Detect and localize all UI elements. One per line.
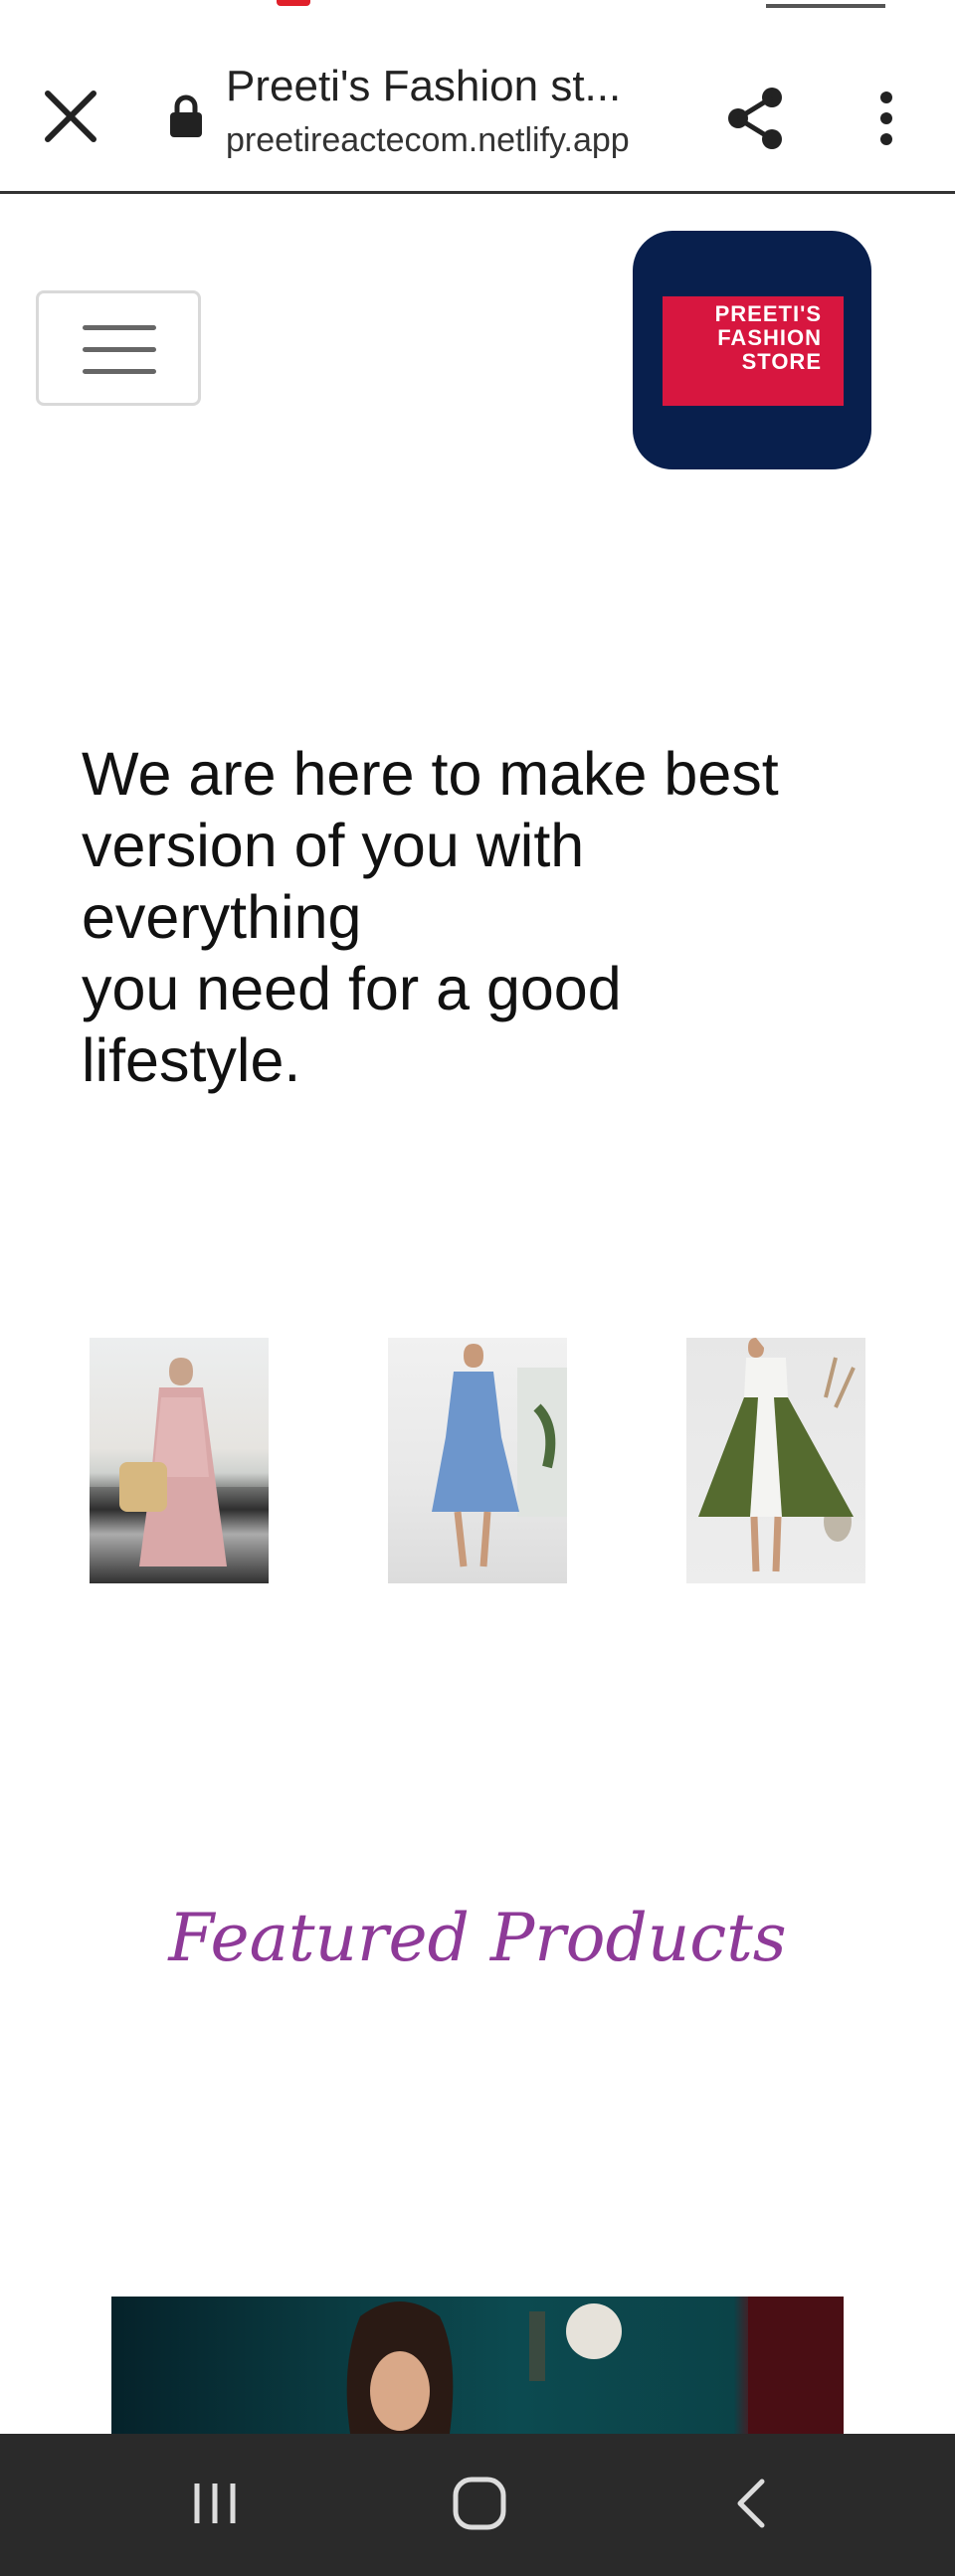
back-icon[interactable]	[722, 2474, 782, 2533]
close-icon[interactable]	[36, 82, 105, 151]
hero-line: you need for a good	[82, 955, 622, 1022]
featured-products-heading: Featured Products	[168, 1900, 787, 1976]
store-logo[interactable]: PREETI'S FASHION STORE	[633, 231, 871, 469]
hero-line: We are here to make best	[82, 740, 779, 808]
logo-text: PREETI'S FASHION STORE	[714, 301, 822, 374]
hamburger-menu-icon	[83, 325, 156, 330]
recent-apps-icon[interactable]	[185, 2474, 245, 2533]
browser-toolbar: Preeti's Fashion st... preetireactecom.n…	[0, 14, 955, 194]
lock-icon	[170, 94, 202, 137]
signal-icon	[766, 0, 885, 8]
featured-product-banner[interactable]	[111, 2297, 844, 2434]
home-icon[interactable]	[450, 2474, 509, 2533]
hero-line: version of you with	[82, 812, 585, 879]
notification-icon	[277, 0, 310, 6]
gallery-image-blue-dress[interactable]	[388, 1338, 567, 1583]
share-icon[interactable]	[724, 86, 788, 151]
page-url[interactable]: preetireactecom.netlify.app	[226, 121, 630, 160]
gallery-image-green-dress[interactable]	[686, 1338, 865, 1583]
gallery-image-pink-dress[interactable]	[90, 1338, 269, 1583]
system-nav-bar	[0, 2434, 955, 2576]
more-vert-icon[interactable]	[861, 86, 911, 151]
hero-text: We are here to make best version of you …	[82, 738, 877, 1096]
status-bar	[0, 0, 955, 14]
page-title[interactable]: Preeti's Fashion st...	[226, 62, 621, 111]
hamburger-menu-button[interactable]	[36, 290, 201, 406]
hero-line: lifestyle.	[82, 1026, 301, 1094]
hero-line: everything	[82, 883, 362, 951]
